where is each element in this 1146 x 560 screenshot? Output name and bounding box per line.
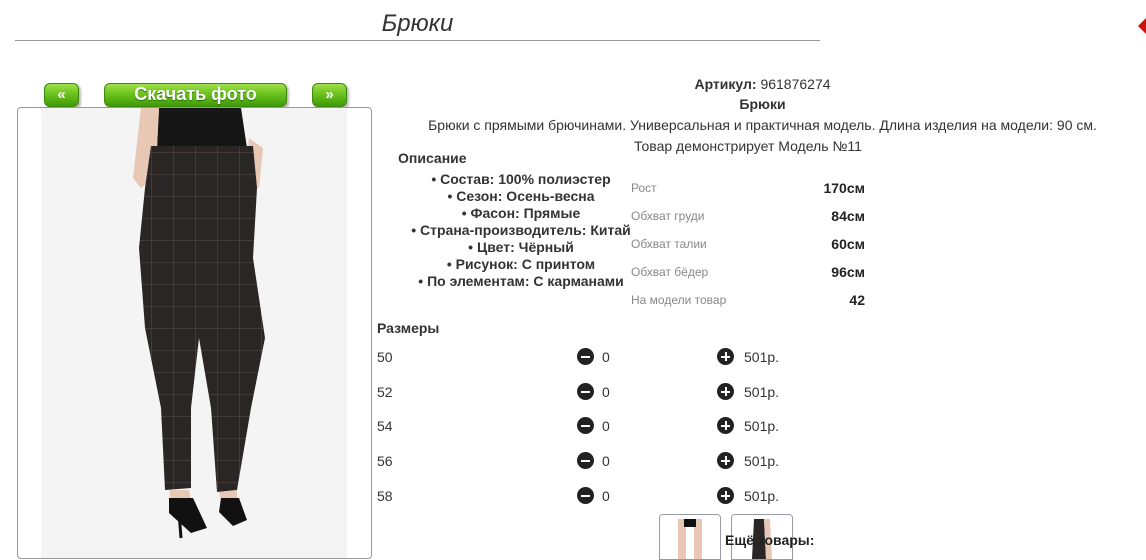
- description-item: • Цвет: Чёрный: [468, 239, 574, 255]
- quantity-value: 0: [602, 453, 610, 469]
- sizes-heading: Размеры: [377, 320, 440, 336]
- minus-circle-icon[interactable]: [577, 487, 594, 504]
- article-line: Артикул: 961876274: [390, 76, 1135, 92]
- description-item: • Фасон: Прямые: [461, 205, 581, 221]
- size-label: 52: [377, 384, 393, 400]
- description-heading: Описание: [398, 150, 467, 166]
- description-item: • Сезон: Осень-весна: [447, 188, 595, 204]
- model-measurements: Рост 170см Обхват груди 84см Обхват тали…: [631, 178, 867, 318]
- size-row: 50 0 501р.: [377, 345, 797, 369]
- title-divider: [15, 40, 820, 41]
- measurement-row: Обхват бёдер 96см: [631, 262, 867, 290]
- size-row: 58 0 501р.: [377, 484, 797, 508]
- price-value: 501р.: [744, 418, 780, 434]
- quantity-value: 0: [602, 488, 610, 504]
- plus-circle-icon[interactable]: [717, 348, 734, 365]
- measurement-row: Рост 170см: [631, 178, 867, 206]
- plus-circle-icon[interactable]: [717, 417, 734, 434]
- size-row: 54 0 501р.: [377, 414, 797, 438]
- next-photo-button[interactable]: »: [312, 83, 347, 107]
- quantity-value: 0: [602, 418, 610, 434]
- measurement-row: Обхват талии 60см: [631, 234, 867, 262]
- product-photo-frame[interactable]: [17, 107, 372, 559]
- description-item: • Страна-производитель: Китай: [411, 222, 631, 238]
- more-products-heading: Ещё товары:: [725, 532, 815, 548]
- price-value: 501р.: [744, 384, 780, 400]
- description-list: • Состав: 100% полиэстер • Сезон: Осень-…: [410, 171, 632, 290]
- measurement-label: Обхват груди: [631, 209, 705, 223]
- measurement-value: 60см: [831, 236, 865, 252]
- description-item: • По элементам: С карманами: [418, 273, 624, 289]
- price-value: 501р.: [744, 488, 780, 504]
- product-description: Брюки с прямыми брючинами. Универсальная…: [428, 117, 1097, 133]
- measurement-label: Обхват бёдер: [631, 265, 709, 279]
- previous-photo-button[interactable]: «: [44, 83, 79, 107]
- plus-circle-icon[interactable]: [717, 487, 734, 504]
- size-label: 56: [377, 453, 393, 469]
- size-row: 52 0 501р.: [377, 380, 797, 404]
- model-caption: Товар демонстрирует Модель №11: [634, 138, 862, 154]
- measurement-label: Рост: [631, 181, 657, 195]
- measurement-label: На модели товар: [631, 293, 727, 307]
- thumbnail-image: [660, 515, 720, 559]
- measurement-value: 42: [849, 292, 865, 308]
- size-label: 58: [377, 488, 393, 504]
- size-label: 54: [377, 418, 393, 434]
- plus-circle-icon[interactable]: [717, 383, 734, 400]
- product-name: Брюки: [739, 96, 786, 112]
- price-value: 501р.: [744, 453, 780, 469]
- price-value: 501р.: [744, 349, 780, 365]
- quantity-value: 0: [602, 384, 610, 400]
- measurement-value: 84см: [831, 208, 865, 224]
- measurement-value: 170см: [823, 180, 865, 196]
- product-photo: [41, 108, 347, 558]
- download-photo-button[interactable]: Скачать фото: [104, 83, 287, 107]
- product-thumbnail[interactable]: [659, 514, 721, 560]
- quantity-value: 0: [602, 349, 610, 365]
- size-row: 56 0 501р.: [377, 449, 797, 473]
- measurement-label: Обхват талии: [631, 237, 707, 251]
- article-value: 961876274: [760, 76, 831, 92]
- description-item: • Рисунок: С принтом: [446, 256, 596, 272]
- minus-circle-icon[interactable]: [577, 417, 594, 434]
- page-title: Брюки: [381, 10, 454, 37]
- article-label: Артикул:: [694, 76, 757, 92]
- minus-circle-icon[interactable]: [577, 348, 594, 365]
- size-label: 50: [377, 349, 393, 365]
- measurement-value: 96см: [831, 264, 865, 280]
- measurement-row: На модели товар 42: [631, 290, 867, 318]
- minus-circle-icon[interactable]: [577, 452, 594, 469]
- description-item: • Состав: 100% полиэстер: [431, 171, 611, 187]
- red-diamond-icon: [1138, 18, 1146, 34]
- minus-circle-icon[interactable]: [577, 383, 594, 400]
- plus-circle-icon[interactable]: [717, 452, 734, 469]
- measurement-row: Обхват груди 84см: [631, 206, 867, 234]
